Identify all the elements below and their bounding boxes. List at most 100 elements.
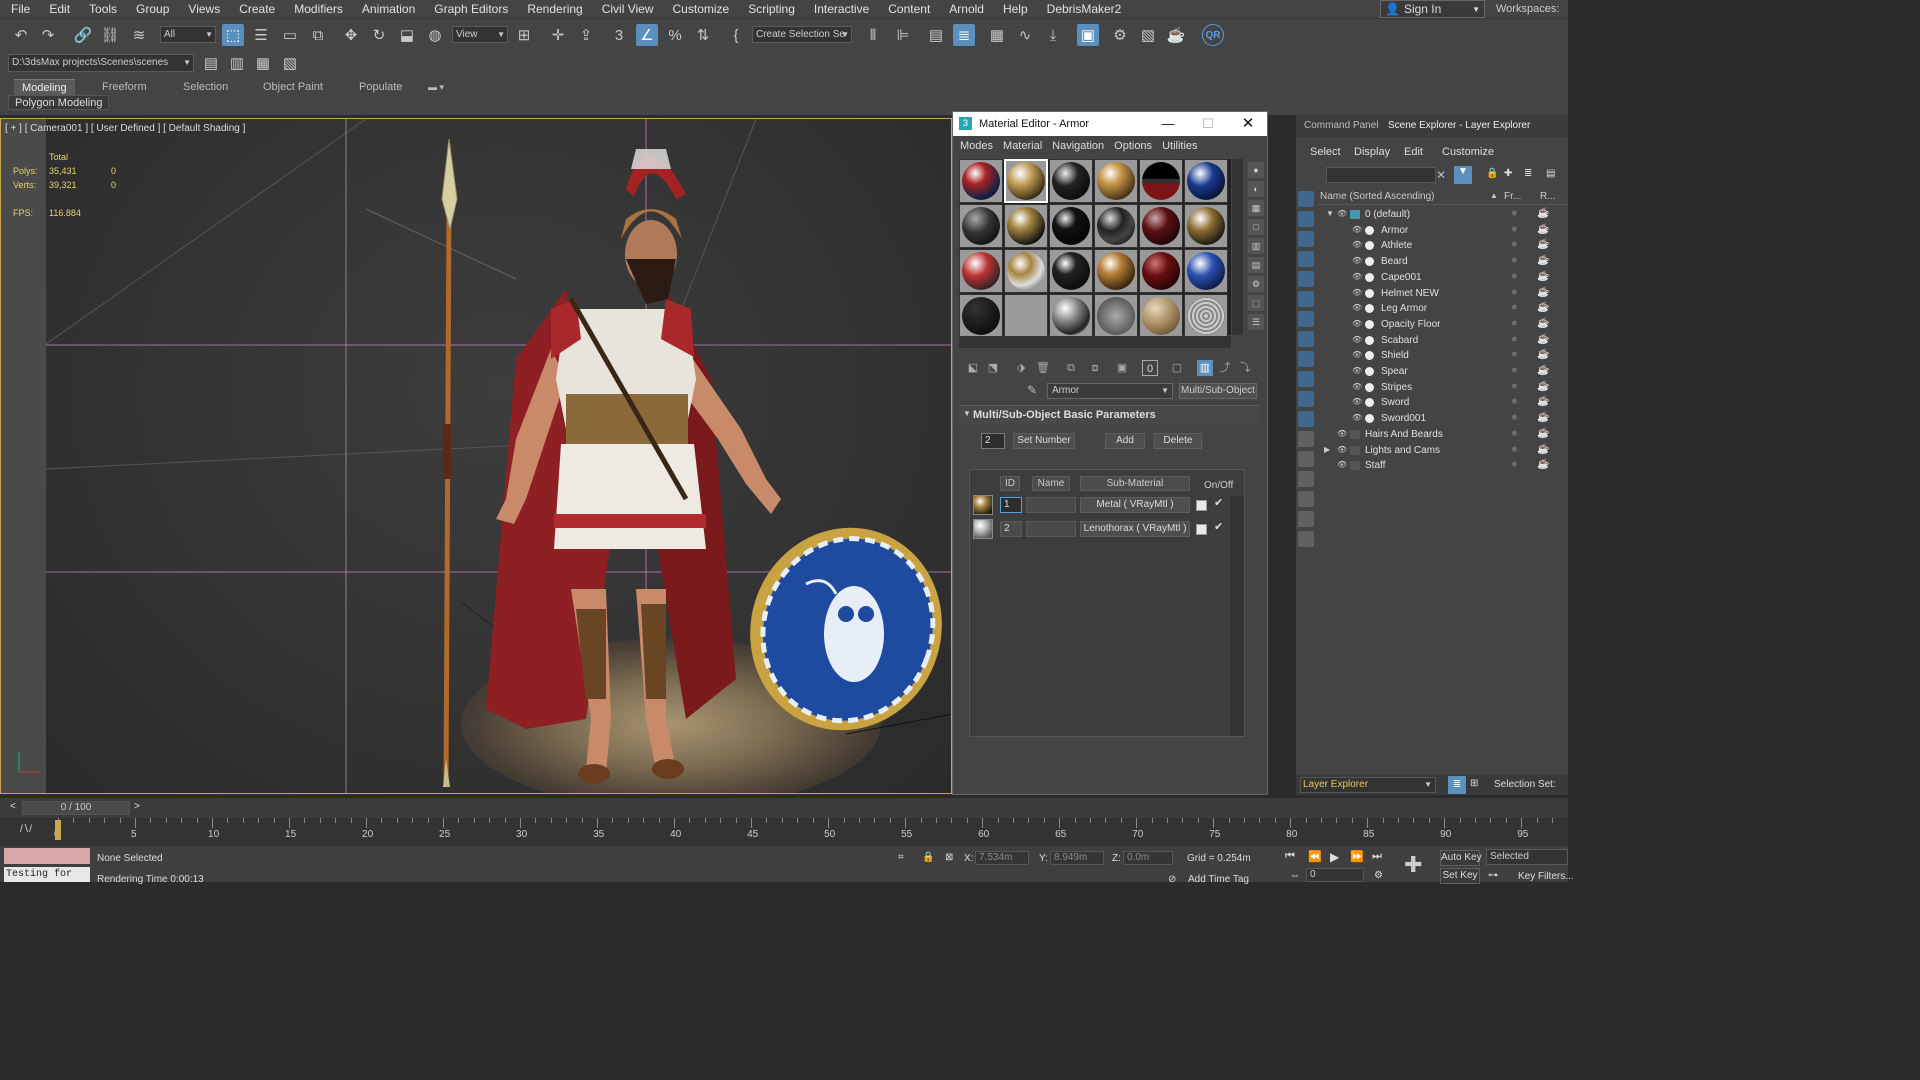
col-name[interactable]: Name [1032, 476, 1070, 491]
freeze-icon[interactable]: ❄ [1511, 209, 1518, 218]
freeze-icon[interactable]: ❄ [1511, 413, 1518, 422]
material-editor-icon[interactable]: ▣ [1077, 24, 1099, 46]
render-icon[interactable]: ☕ [1537, 255, 1549, 266]
tab-object-paint[interactable]: Object Paint [263, 79, 323, 96]
render-icon[interactable]: ☕ [1537, 365, 1549, 376]
object-row[interactable]: 👁 Sword001 ❄ ☕ [1318, 411, 1568, 427]
place-icon[interactable]: ◍ [424, 24, 446, 46]
object-row[interactable]: 👁 Shield ❄ ☕ [1318, 348, 1568, 364]
prev-frame-icon[interactable]: < [10, 801, 16, 812]
mini-curve-editor-icon[interactable]: /∖/ [20, 824, 32, 835]
rotate-icon[interactable]: ↻ [368, 24, 390, 46]
get-material-icon[interactable]: ⬕ [965, 360, 981, 376]
toggle-ribbon-icon[interactable]: ▦ [986, 24, 1008, 46]
visibility-icon[interactable]: 👁 [1352, 366, 1362, 375]
add-time-tag[interactable]: Add Time Tag [1188, 874, 1249, 885]
object-row[interactable]: 👁 Helmet NEW ❄ ☕ [1318, 286, 1568, 302]
visibility-icon[interactable]: 👁 [1352, 225, 1362, 234]
render-icon[interactable]: ☕ [1537, 208, 1549, 219]
tab-command-panel[interactable]: Command Panel [1304, 120, 1378, 131]
material-editor-titlebar[interactable]: 3 Material Editor - Armor — ☐ ✕ [953, 112, 1267, 136]
x-coord-field[interactable]: 7.534m [975, 851, 1029, 865]
freeze-icon[interactable]: ❄ [1511, 350, 1518, 359]
material-slot[interactable] [959, 159, 1003, 203]
render-icon[interactable]: ☕ [1537, 334, 1549, 345]
sign-in-button[interactable]: 👤 Sign In ▼ [1380, 0, 1485, 18]
project-path-dropdown[interactable]: D:\3dsMax projects\Scenes\scenes ▼ [8, 54, 194, 72]
material-slot[interactable] [1184, 294, 1228, 338]
display-all-icon[interactable] [1298, 431, 1314, 447]
time-tag-icon[interactable]: ⊘ [1168, 874, 1176, 885]
next-key-icon[interactable]: ⏩ [1350, 850, 1364, 863]
select-layer-icon[interactable]: ▦ [252, 52, 274, 74]
material-slot[interactable] [1094, 159, 1138, 203]
sub-material-button[interactable]: Lenothorax ( VRayMtl ) [1080, 521, 1190, 537]
background-icon[interactable]: ▦ [1248, 200, 1264, 216]
layer-row-default[interactable]: ▼ 👁 0 (default) ❄ ☕ [1318, 207, 1568, 223]
visibility-icon[interactable]: 👁 [1352, 397, 1362, 406]
object-row[interactable]: 👁 Armor ❄ ☕ [1318, 223, 1568, 239]
uv-tiling-icon[interactable]: □ [1248, 219, 1264, 235]
material-slot[interactable] [959, 294, 1003, 338]
tab-selection[interactable]: Selection [183, 79, 228, 96]
visibility-icon[interactable]: 👁 [1352, 319, 1362, 328]
material-slot[interactable] [959, 249, 1003, 293]
display-shapes-icon[interactable] [1298, 211, 1314, 227]
reference-coord-dropdown[interactable]: View ▼ [452, 26, 508, 43]
key-selection-dropdown[interactable]: Selected [1486, 849, 1568, 865]
schematic-view-icon[interactable]: ⤓ [1042, 24, 1064, 46]
video-color-check-icon[interactable]: ▥ [1248, 238, 1264, 254]
sub-name-input[interactable] [1026, 521, 1076, 537]
time-slider[interactable]: 0 / 100 [22, 801, 130, 815]
absolute-mode-icon[interactable]: ⊠ [945, 852, 953, 863]
material-slot[interactable] [1184, 249, 1228, 293]
visibility-icon[interactable]: 👁 [1352, 240, 1362, 249]
menu-graph-editors[interactable]: Graph Editors [423, 2, 516, 16]
material-slot[interactable] [1094, 294, 1138, 338]
set-current-layer-icon[interactable]: ▧ [279, 52, 301, 74]
move-icon[interactable]: ✥ [340, 24, 362, 46]
play-icon[interactable]: ▶ [1330, 850, 1339, 864]
material-slot[interactable] [1139, 159, 1183, 203]
eyedropper-icon[interactable]: ✎ [1027, 383, 1037, 397]
freeze-icon[interactable]: ❄ [1511, 319, 1518, 328]
menu-material[interactable]: Material [996, 140, 1042, 152]
menu-debrismaker2[interactable]: DebrisMaker2 [1036, 2, 1130, 16]
material-id-channel-icon[interactable]: 0 [1142, 360, 1158, 376]
expand-icon[interactable]: ▶ [1324, 445, 1330, 454]
reset-map-icon[interactable]: 🗑 [1035, 360, 1051, 376]
snap-toggle-icon[interactable]: 3 [608, 24, 630, 46]
display-spacewarps-icon[interactable] [1298, 291, 1314, 307]
freeze-icon[interactable]: ❄ [1511, 460, 1518, 469]
freeze-icon[interactable]: ❄ [1511, 240, 1518, 249]
freeze-icon[interactable]: ❄ [1511, 445, 1518, 454]
object-row[interactable]: 👁 Beard ❄ ☕ [1318, 254, 1568, 270]
render-icon[interactable]: ☕ [1537, 224, 1549, 235]
on-off-checkbox[interactable]: ✔ [1214, 496, 1223, 509]
material-slot[interactable] [1004, 249, 1048, 293]
material-slot[interactable] [1004, 294, 1048, 338]
filter-icon[interactable]: ▼ [1454, 166, 1472, 184]
col-name-sorted[interactable]: Name (Sorted Ascending) [1320, 191, 1435, 202]
material-slot[interactable] [1049, 249, 1093, 293]
selection-filter-dropdown[interactable]: All ▼ [160, 26, 216, 43]
render-icon[interactable]: ☕ [1537, 444, 1549, 455]
collapse-icon[interactable]: ▼ [1326, 209, 1334, 218]
select-by-name-icon[interactable]: ☰ [250, 24, 272, 46]
percent-snap-icon[interactable]: % [664, 24, 686, 46]
show-end-result-icon[interactable]: ▥ [1197, 360, 1213, 376]
add-button[interactable]: Add [1105, 433, 1145, 449]
tab-layer-explorer[interactable]: Scene Explorer - Layer Explorer [1388, 120, 1530, 131]
display-geometry-icon[interactable] [1298, 191, 1314, 207]
display-containers-icon[interactable] [1298, 371, 1314, 387]
key-filters-button[interactable]: Key Filters... [1518, 871, 1574, 882]
pivot-icon[interactable]: ⊞ [513, 24, 535, 46]
set-key-button[interactable]: Set Key [1440, 868, 1480, 884]
render-icon[interactable]: ☕ [1537, 381, 1549, 392]
menu-navigation[interactable]: Navigation [1045, 140, 1104, 152]
freeze-icon[interactable]: ❄ [1511, 272, 1518, 281]
menu-edit[interactable]: Edit [1404, 146, 1423, 158]
align-icon[interactable]: ⊫ [892, 24, 914, 46]
menu-options[interactable]: Options [1107, 140, 1152, 152]
current-frame-marker[interactable] [55, 820, 61, 840]
